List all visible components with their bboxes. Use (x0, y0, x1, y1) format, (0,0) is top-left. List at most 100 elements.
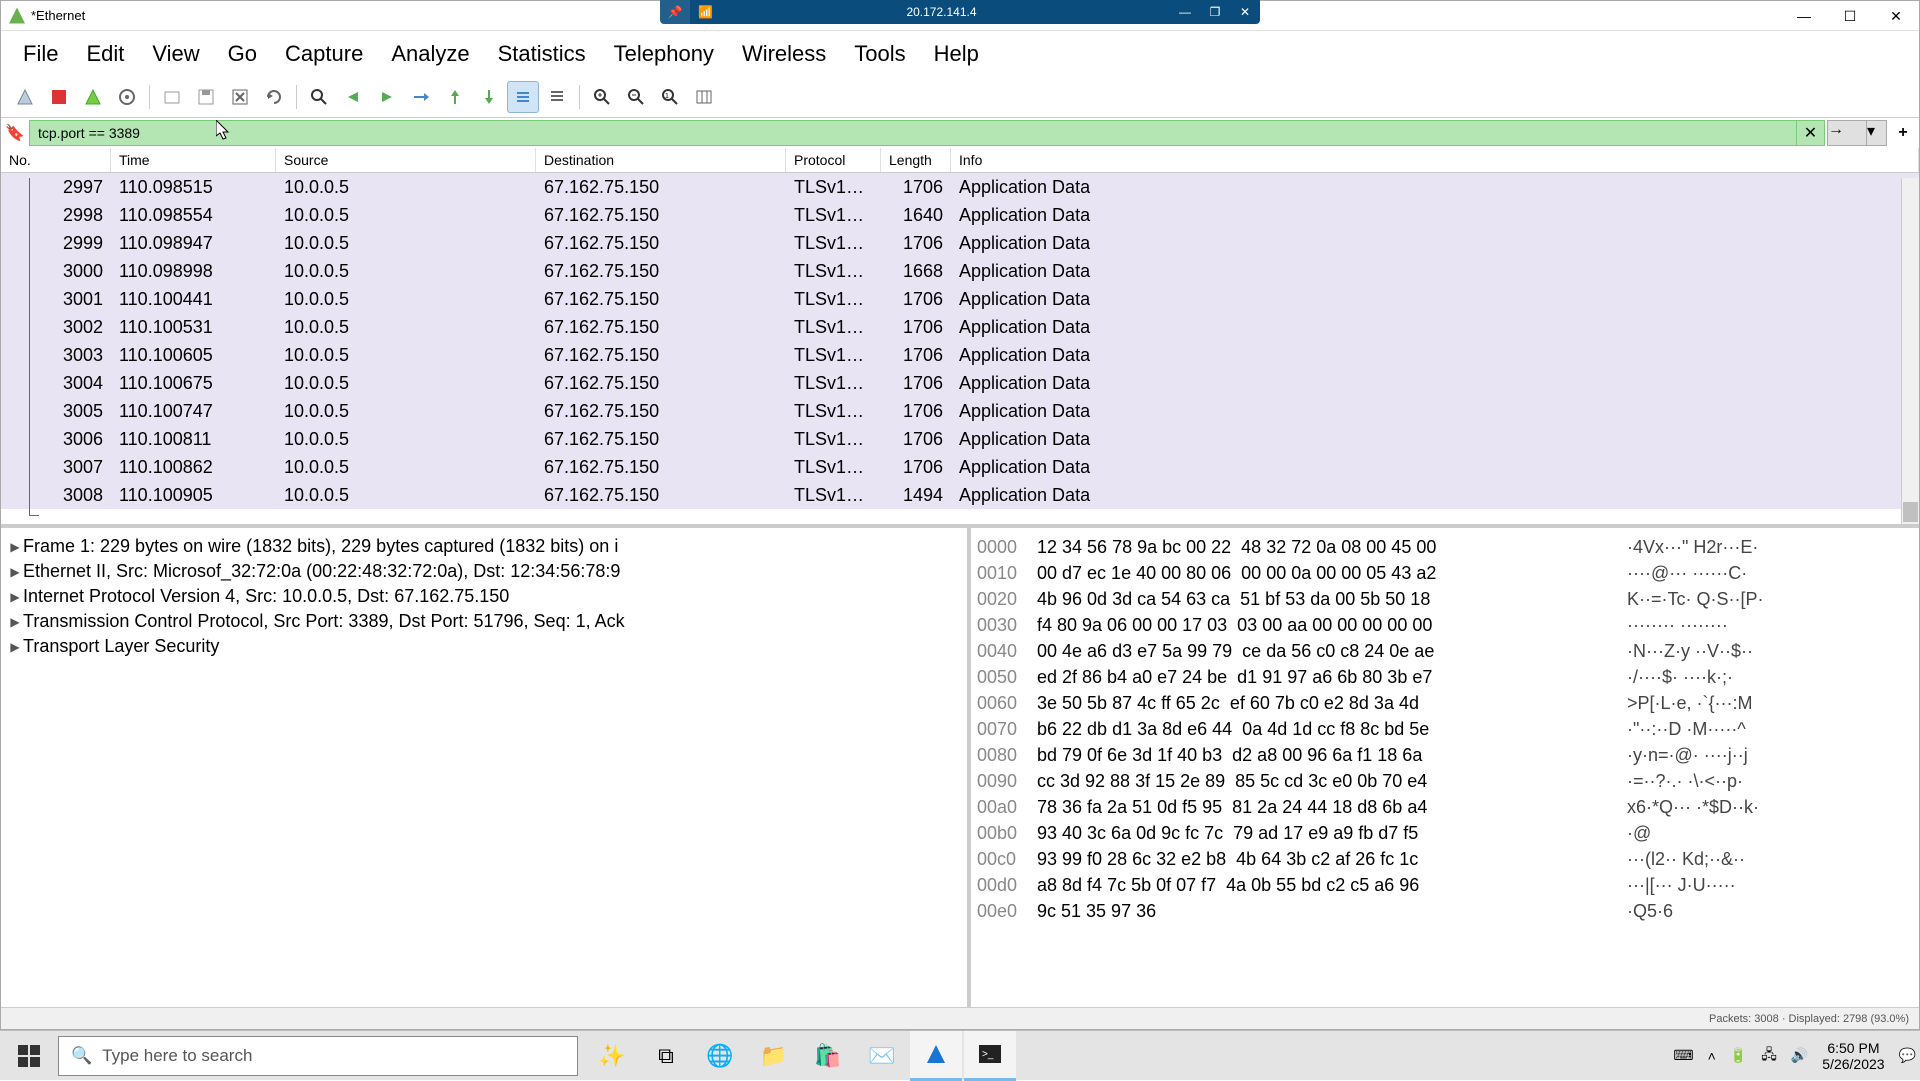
resize-columns-button[interactable] (688, 81, 720, 113)
menu-analyze[interactable]: Analyze (377, 35, 483, 73)
go-to-first-button[interactable] (439, 81, 471, 113)
detail-ethernet[interactable]: ▶Ethernet II, Src: Microsof_32:72:0a (00… (7, 559, 961, 584)
filter-history-dropdown[interactable]: ▾ (1867, 120, 1887, 146)
capture-options-button[interactable] (111, 81, 143, 113)
menu-telephony[interactable]: Telephony (600, 35, 728, 73)
colorize-button[interactable] (541, 81, 573, 113)
window-minimize-button[interactable]: — (1781, 1, 1827, 31)
column-header-destination[interactable]: Destination (536, 148, 786, 172)
packet-row[interactable]: 2998110.09855410.0.0.567.162.75.150TLSv1… (1, 201, 1919, 229)
packet-row[interactable]: 3001110.10044110.0.0.567.162.75.150TLSv1… (1, 285, 1919, 313)
byte-row[interactable]: 00204b 96 0d 3d ca 54 63 ca 51 bf 53 da … (977, 586, 1913, 612)
cmd-taskbar-icon[interactable]: >_ (964, 1031, 1016, 1081)
rdp-close-button[interactable]: ✕ (1230, 5, 1260, 19)
go-back-button[interactable] (337, 81, 369, 113)
expand-icon[interactable]: ▶ (7, 565, 23, 579)
packet-row[interactable]: 3005110.10074710.0.0.567.162.75.150TLSv1… (1, 397, 1919, 425)
menu-go[interactable]: Go (214, 35, 271, 73)
start-button[interactable] (0, 1031, 58, 1081)
filter-add-button[interactable]: + (1891, 120, 1915, 146)
column-header-source[interactable]: Source (276, 148, 536, 172)
save-file-button[interactable] (190, 81, 222, 113)
close-file-button[interactable] (224, 81, 256, 113)
menu-edit[interactable]: Edit (72, 35, 138, 73)
detail-tcp[interactable]: ▶Transmission Control Protocol, Src Port… (7, 609, 961, 634)
go-to-last-button[interactable] (473, 81, 505, 113)
packet-row[interactable]: 3000110.09899810.0.0.567.162.75.150TLSv1… (1, 257, 1919, 285)
menu-help[interactable]: Help (920, 35, 993, 73)
edge-icon[interactable]: 🌐 (694, 1031, 746, 1081)
window-maximize-button[interactable]: ☐ (1827, 1, 1873, 31)
packet-row[interactable]: 3004110.10067510.0.0.567.162.75.150TLSv1… (1, 369, 1919, 397)
window-close-button[interactable]: ✕ (1873, 1, 1919, 31)
packet-row[interactable]: 2999110.09894710.0.0.567.162.75.150TLSv1… (1, 229, 1919, 257)
rdp-pin-icon[interactable]: 📌 (660, 0, 690, 24)
column-header-info[interactable]: Info (951, 148, 1919, 172)
packet-row[interactable]: 3006110.10081110.0.0.567.162.75.150TLSv1… (1, 425, 1919, 453)
byte-row[interactable]: 0080bd 79 0f 6e 3d 1f 40 b3 d2 a8 00 96 … (977, 742, 1913, 768)
detail-frame[interactable]: ▶Frame 1: 229 bytes on wire (1832 bits),… (7, 534, 961, 559)
packet-row[interactable]: 3003110.10060510.0.0.567.162.75.150TLSv1… (1, 341, 1919, 369)
expand-icon[interactable]: ▶ (7, 540, 23, 554)
column-header-protocol[interactable]: Protocol (786, 148, 881, 172)
go-forward-button[interactable] (371, 81, 403, 113)
column-header-time[interactable]: Time (111, 148, 276, 172)
menu-wireless[interactable]: Wireless (728, 35, 840, 73)
column-header-length[interactable]: Length (881, 148, 951, 172)
packet-bytes-pane[interactable]: 000012 34 56 78 9a bc 00 22 48 32 72 0a … (971, 528, 1919, 1007)
tray-clock[interactable]: 6:50 PM 5/26/2023 (1822, 1040, 1884, 1072)
go-to-packet-button[interactable] (405, 81, 437, 113)
display-filter-input[interactable] (29, 120, 1797, 146)
byte-row[interactable]: 0050ed 2f 86 b4 a0 e7 24 be d1 91 97 a6 … (977, 664, 1913, 690)
battery-icon[interactable]: 🔋 (1730, 1047, 1747, 1064)
restart-capture-button[interactable] (77, 81, 109, 113)
menu-file[interactable]: File (9, 35, 72, 73)
notifications-icon[interactable]: 💬 (1899, 1047, 1916, 1064)
filter-clear-button[interactable]: ✕ (1797, 120, 1825, 146)
mail-icon[interactable]: ✉️ (856, 1031, 908, 1081)
byte-row[interactable]: 00d0a8 8d f4 7c 5b 0f 07 f7 4a 0b 55 bd … (977, 872, 1913, 898)
tray-chevron-icon[interactable]: ˄ (1708, 1048, 1716, 1064)
byte-row[interactable]: 0090cc 3d 92 88 3f 15 2e 89 85 5c cd 3c … (977, 768, 1913, 794)
packet-row[interactable]: 2997110.09851510.0.0.567.162.75.150TLSv1… (1, 173, 1919, 201)
start-capture-button[interactable] (9, 81, 41, 113)
packet-list-scrollbar[interactable] (1901, 178, 1919, 524)
byte-row[interactable]: 0030f4 80 9a 06 00 00 17 03 03 00 aa 00 … (977, 612, 1913, 638)
filter-apply-button[interactable]: → (1827, 120, 1867, 146)
network-icon[interactable]: 🖧 (1761, 1044, 1777, 1068)
byte-row[interactable]: 001000 d7 ec 1e 40 00 80 06 00 00 0a 00 … (977, 560, 1913, 586)
expand-icon[interactable]: ▶ (7, 615, 23, 629)
byte-row[interactable]: 0070b6 22 db d1 3a 8d e6 44 0a 4d 1d cc … (977, 716, 1913, 742)
byte-row[interactable]: 004000 4e a6 d3 e7 5a 99 79 ce da 56 c0 … (977, 638, 1913, 664)
byte-row[interactable]: 00c093 99 f0 28 6c 32 e2 b8 4b 64 3b c2 … (977, 846, 1913, 872)
packet-row[interactable]: 3002110.10053110.0.0.567.162.75.150TLSv1… (1, 313, 1919, 341)
rdp-restore-button[interactable]: ❐ (1200, 5, 1230, 19)
taskbar-search[interactable]: 🔍 Type here to search (58, 1036, 578, 1076)
rdp-minimize-button[interactable]: — (1170, 5, 1200, 19)
menu-tools[interactable]: Tools (840, 35, 919, 73)
input-indicator-icon[interactable]: ⌨ (1673, 1047, 1693, 1064)
column-header-no[interactable]: No. (1, 148, 111, 172)
byte-row[interactable]: 000012 34 56 78 9a bc 00 22 48 32 72 0a … (977, 534, 1913, 560)
bookmark-icon[interactable]: 🔖 (5, 121, 25, 145)
task-view-button[interactable]: ⧉ (640, 1031, 692, 1081)
packet-row[interactable]: 3007110.10086210.0.0.567.162.75.150TLSv1… (1, 453, 1919, 481)
expand-icon[interactable]: ▶ (7, 640, 23, 654)
packet-row[interactable]: 3008110.10090510.0.0.567.162.75.150TLSv1… (1, 481, 1919, 509)
store-icon[interactable]: 🛍️ (802, 1031, 854, 1081)
find-packet-button[interactable] (303, 81, 335, 113)
byte-row[interactable]: 00b093 40 3c 6a 0d 9c fc 7c 79 ad 17 e9 … (977, 820, 1913, 846)
expand-icon[interactable]: ▶ (7, 590, 23, 604)
reload-button[interactable] (258, 81, 290, 113)
wireshark-taskbar-icon[interactable] (910, 1031, 962, 1081)
menu-view[interactable]: View (138, 35, 213, 73)
byte-row[interactable]: 00a078 36 fa 2a 51 0d f5 95 81 2a 24 44 … (977, 794, 1913, 820)
menu-statistics[interactable]: Statistics (484, 35, 600, 73)
byte-row[interactable]: 00e09c 51 35 97 36·Q5·6 (977, 898, 1913, 924)
detail-ip[interactable]: ▶Internet Protocol Version 4, Src: 10.0.… (7, 584, 961, 609)
scrollbar-thumb[interactable] (1903, 502, 1918, 522)
detail-tls[interactable]: ▶Transport Layer Security (7, 634, 961, 659)
zoom-reset-button[interactable]: 1 (654, 81, 686, 113)
auto-scroll-button[interactable] (507, 81, 539, 113)
zoom-in-button[interactable] (586, 81, 618, 113)
